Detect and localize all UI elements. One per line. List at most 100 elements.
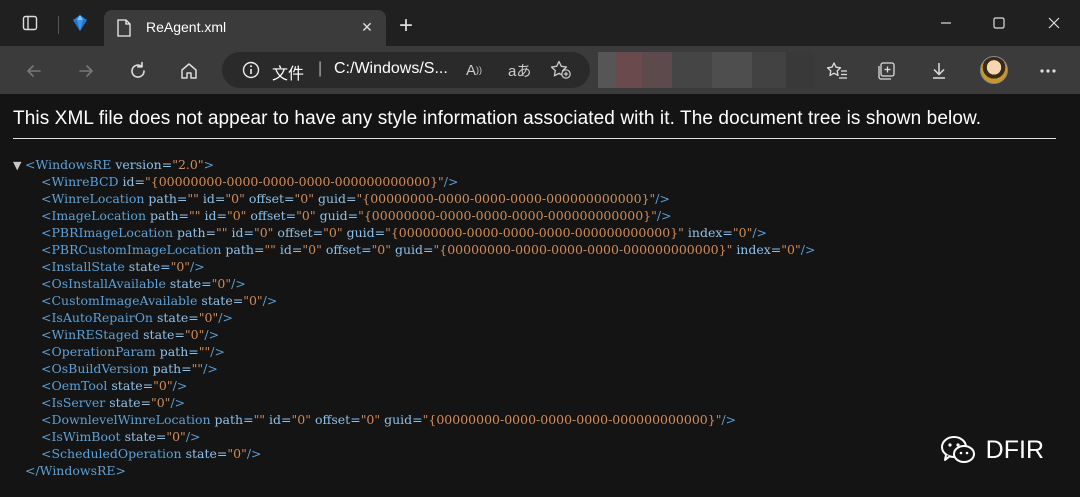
xml-row: <WinreLocation path="" id="0" offset="0"… [13, 190, 815, 207]
read-aloud-icon[interactable]: A)) [466, 60, 482, 80]
xml-element-tag: <OemTool [41, 378, 108, 393]
xml-element-attr-value: "0" [360, 412, 381, 427]
xml-root-tag: <WindowsRE [25, 157, 112, 172]
close-icon[interactable]: ✕ [356, 16, 378, 38]
xml-element-attr-name: guid= [317, 191, 357, 206]
xml-element-attr-value: "0" [253, 225, 274, 240]
page-content: This XML file does not appear to have an… [0, 94, 1080, 497]
xml-element-attr-value: "0" [153, 378, 173, 393]
xml-element-tag-end: /> [752, 225, 768, 240]
address-bar[interactable]: 文件 | C:/Windows/S... A)) aあ [222, 52, 590, 88]
xml-element-attr-name: guid= [395, 242, 434, 257]
xml-element-attr-value: "0" [291, 412, 311, 427]
xml-element-attr-name: path= [159, 344, 199, 359]
minimize-icon[interactable] [926, 8, 966, 38]
forward-icon[interactable] [71, 56, 101, 86]
new-tab-icon[interactable]: + [392, 12, 420, 40]
xml-element-attr-value: "" [191, 361, 204, 376]
more-icon[interactable] [1033, 56, 1063, 86]
back-icon[interactable] [19, 56, 49, 86]
xml-element-tag: <OsBuildVersion [41, 361, 149, 376]
xml-row: <OemTool state="0"/> [13, 377, 815, 394]
address-url[interactable]: C:/Windows/S... [334, 60, 448, 78]
xml-element-attr-name: id= [231, 225, 254, 240]
xml-element-attr-name: guid= [384, 412, 423, 427]
xml-element-tag: <OsInstallAvailable [41, 276, 166, 291]
xml-element-attr-name: state= [156, 310, 199, 325]
xml-element-attr-value: "" [264, 242, 276, 257]
xml-row: <ScheduledOperation state="0"/> [13, 445, 815, 462]
xml-element-tag-end: /> [443, 174, 459, 189]
xml-row: <IsAutoRepairOn state="0"/> [13, 309, 815, 326]
xml-root-attr-name: version= [115, 157, 173, 172]
xml-element-tag: <PBRImageLocation [41, 225, 174, 240]
add-favorite-icon[interactable] [550, 60, 572, 80]
xml-element-attr-name: path= [177, 225, 217, 240]
xml-element-attr-name: guid= [346, 225, 386, 240]
xml-element-attr-value: "0" [184, 327, 205, 342]
xml-element-attr-value: "0" [211, 276, 232, 291]
info-icon[interactable] [242, 61, 260, 79]
xml-element-attr-name: path= [149, 208, 189, 223]
xml-element-tag-end: /> [172, 378, 188, 393]
xml-row: <WinreBCD id="{00000000-0000-0000-0000-0… [13, 173, 815, 190]
xml-root-close-tag: </WindowsRE> [25, 463, 127, 478]
xml-row: <PBRImageLocation path="" id="0" offset=… [13, 224, 815, 241]
xml-element-attr-name: id= [279, 242, 303, 257]
browser-toolbar: 文件 | C:/Windows/S... A)) aあ [0, 46, 1080, 94]
address-scheme-label: 文件 [272, 64, 305, 83]
xml-element-attr-name: index= [687, 225, 733, 240]
xml-row-root-open: ▼ <WindowsRE version="2.0"> [13, 156, 815, 173]
tab-actions-icon[interactable] [12, 8, 48, 38]
xml-style-notice: This XML file does not appear to have an… [13, 108, 982, 129]
xml-element-tag: <IsAutoRepairOn [41, 310, 153, 325]
xml-element-tag: <DownlevelWinreLocation [41, 412, 211, 427]
browser-logo-icon[interactable] [62, 8, 98, 38]
xml-element-attr-value: "0" [323, 225, 343, 240]
xml-element-tag: <WinreLocation [41, 191, 145, 206]
maximize-icon[interactable] [979, 8, 1019, 38]
xml-row: <OsBuildVersion path=""/> [13, 360, 815, 377]
tab-strip: ReAgent.xml ✕ + [0, 0, 1080, 46]
xml-element-tag-end: /> [185, 429, 201, 444]
window-close-icon[interactable] [1034, 8, 1074, 38]
xml-element-tag: <CustomImageAvailable [41, 293, 198, 308]
xml-element-attr-value: "0" [226, 208, 247, 223]
xml-element-attr-name: offset= [250, 208, 297, 223]
xml-element-attr-value: "0" [371, 242, 392, 257]
xml-element-attr-value: "0" [732, 225, 753, 240]
xml-element-attr-name: path= [148, 191, 188, 206]
xml-element-tag: <IsWimBoot [41, 429, 121, 444]
collections-icon[interactable] [872, 56, 902, 86]
xml-element-attr-name: state= [201, 293, 244, 308]
xml-element-tag-end: /> [231, 276, 246, 291]
xml-element-tag-end: /> [204, 327, 220, 342]
watermark-text: DFIR [985, 435, 1044, 464]
home-icon[interactable] [174, 56, 204, 86]
xml-element-attr-name: guid= [319, 208, 359, 223]
tab-reagent-xml[interactable]: ReAgent.xml ✕ [104, 10, 386, 46]
xml-element-tag: <PBRCustomImageLocation [41, 242, 222, 257]
collapse-toggle-icon[interactable]: ▼ [13, 157, 25, 174]
xml-row: <PBRCustomImageLocation path="" id="0" o… [13, 241, 815, 258]
xml-element-attr-name: state= [111, 378, 154, 393]
xml-element-tag-end: /> [210, 344, 225, 359]
xml-row: <DownlevelWinreLocation path="" id="0" o… [13, 411, 815, 428]
xml-element-tag-end: /> [656, 208, 672, 223]
xml-element-attr-name: id= [122, 174, 145, 189]
xml-element-tag: <IsServer [41, 395, 106, 410]
xml-row: <OsInstallAvailable state="0"/> [13, 275, 815, 292]
avatar[interactable] [980, 56, 1008, 84]
xml-element-attr-value: "0" [781, 242, 801, 257]
downloads-icon[interactable] [924, 56, 954, 86]
redacted-region [598, 52, 618, 88]
translate-icon[interactable]: aあ [508, 60, 531, 80]
xml-element-tag: <OperationParam [41, 344, 156, 359]
xml-element-attr-value: "0" [294, 191, 314, 206]
refresh-icon[interactable] [123, 56, 153, 86]
xml-element-attr-name: offset= [248, 191, 295, 206]
favorites-icon[interactable] [822, 56, 852, 86]
xml-element-attr-value: "0" [166, 429, 186, 444]
xml-element-attr-value: "{00000000-0000-0000-0000-000000000000}" [433, 242, 733, 257]
xml-row: <ImageLocation path="" id="0" offset="0"… [13, 207, 815, 224]
